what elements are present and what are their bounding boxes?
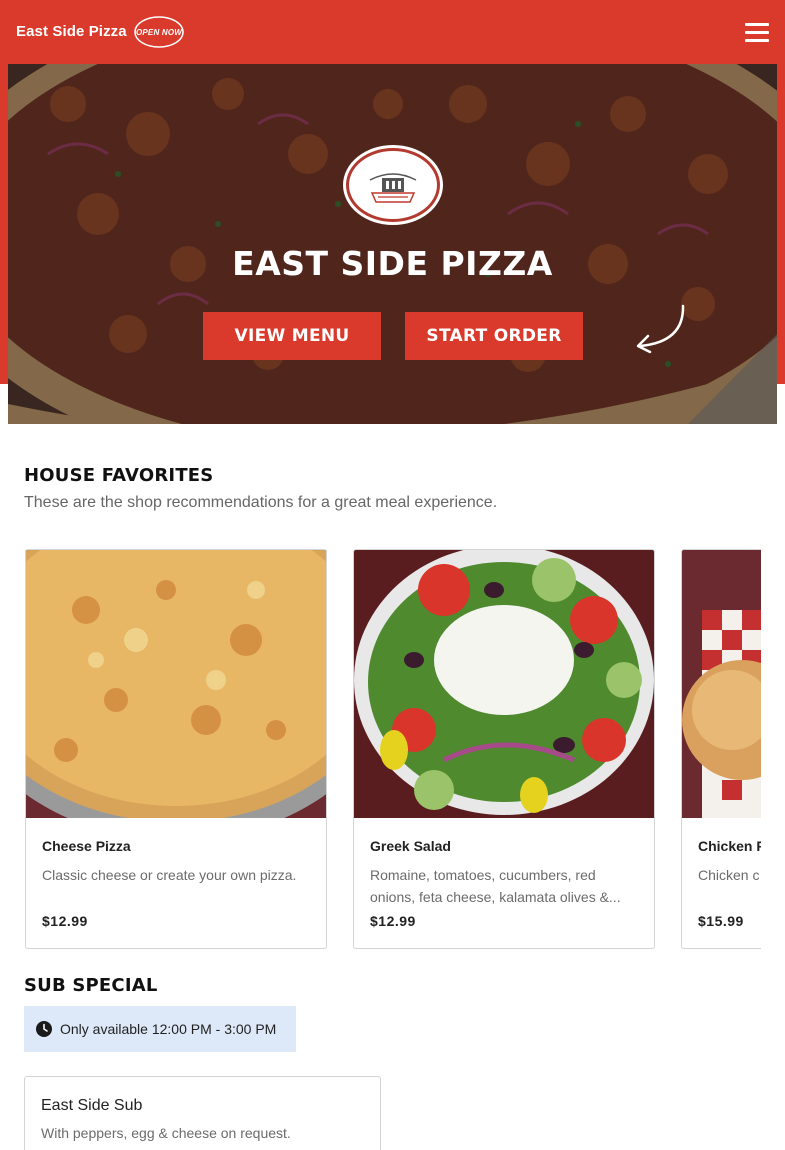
- item-name: Cheese Pizza: [42, 838, 131, 854]
- brand-name[interactable]: East Side Pizza: [16, 23, 127, 40]
- clock-icon: [36, 1021, 52, 1037]
- favorite-card-chicken[interactable]: Chicken P Chicken c $15.99: [681, 549, 761, 949]
- house-favorites-heading: HOUSE FAVORITES: [24, 465, 214, 486]
- house-favorites-subtitle: These are the shop recommendations for a…: [24, 494, 498, 511]
- favorites-carousel[interactable]: Cheese Pizza Classic cheese or create yo…: [24, 549, 761, 949]
- curved-arrow-icon: [636, 304, 685, 354]
- chicken-item-photo: [682, 550, 761, 818]
- item-price: $12.99: [370, 913, 416, 929]
- item-name: Chicken P: [698, 838, 761, 854]
- open-now-badge: OPEN NOW: [133, 15, 185, 49]
- item-description: Classic cheese or create your own pizza.: [42, 867, 297, 883]
- sub-item-card[interactable]: East Side Sub With peppers, egg & cheese…: [24, 1076, 381, 1150]
- item-price: $12.99: [42, 913, 88, 929]
- availability-text: Only available 12:00 PM - 3:00 PM: [60, 1021, 277, 1037]
- favorite-card-cheese-pizza[interactable]: Cheese Pizza Classic cheese or create yo…: [25, 549, 327, 949]
- top-navbar: East Side Pizza OPEN NOW: [0, 0, 785, 64]
- view-menu-button[interactable]: VIEW MENU: [203, 312, 381, 360]
- pizza-logo-icon: [369, 173, 417, 203]
- start-order-button[interactable]: START ORDER: [405, 312, 583, 360]
- open-now-text: OPEN NOW: [135, 27, 183, 37]
- item-description: Chicken c: [698, 867, 760, 883]
- item-name: East Side Sub: [41, 1097, 143, 1114]
- cheese-pizza-photo: [26, 550, 326, 818]
- item-price: $15.99: [698, 913, 744, 929]
- item-description: With peppers, egg & cheese on request.: [41, 1125, 291, 1141]
- hero-banner: EAST SIDE PIZZA VIEW MENU START ORDER: [8, 64, 777, 424]
- favorite-card-greek-salad[interactable]: Greek Salad Romaine, tomatoes, cucumbers…: [353, 549, 655, 949]
- availability-notice: Only available 12:00 PM - 3:00 PM: [24, 1006, 296, 1052]
- greek-salad-photo: [354, 550, 654, 818]
- sub-special-heading: SUB SPECIAL: [24, 975, 158, 996]
- item-name: Greek Salad: [370, 838, 451, 854]
- hamburger-menu-icon[interactable]: [742, 21, 772, 45]
- hero-title: EAST SIDE PIZZA: [232, 244, 553, 283]
- item-description: Romaine, tomatoes, cucumbers, red onions…: [370, 867, 621, 905]
- restaurant-logo: [346, 148, 440, 222]
